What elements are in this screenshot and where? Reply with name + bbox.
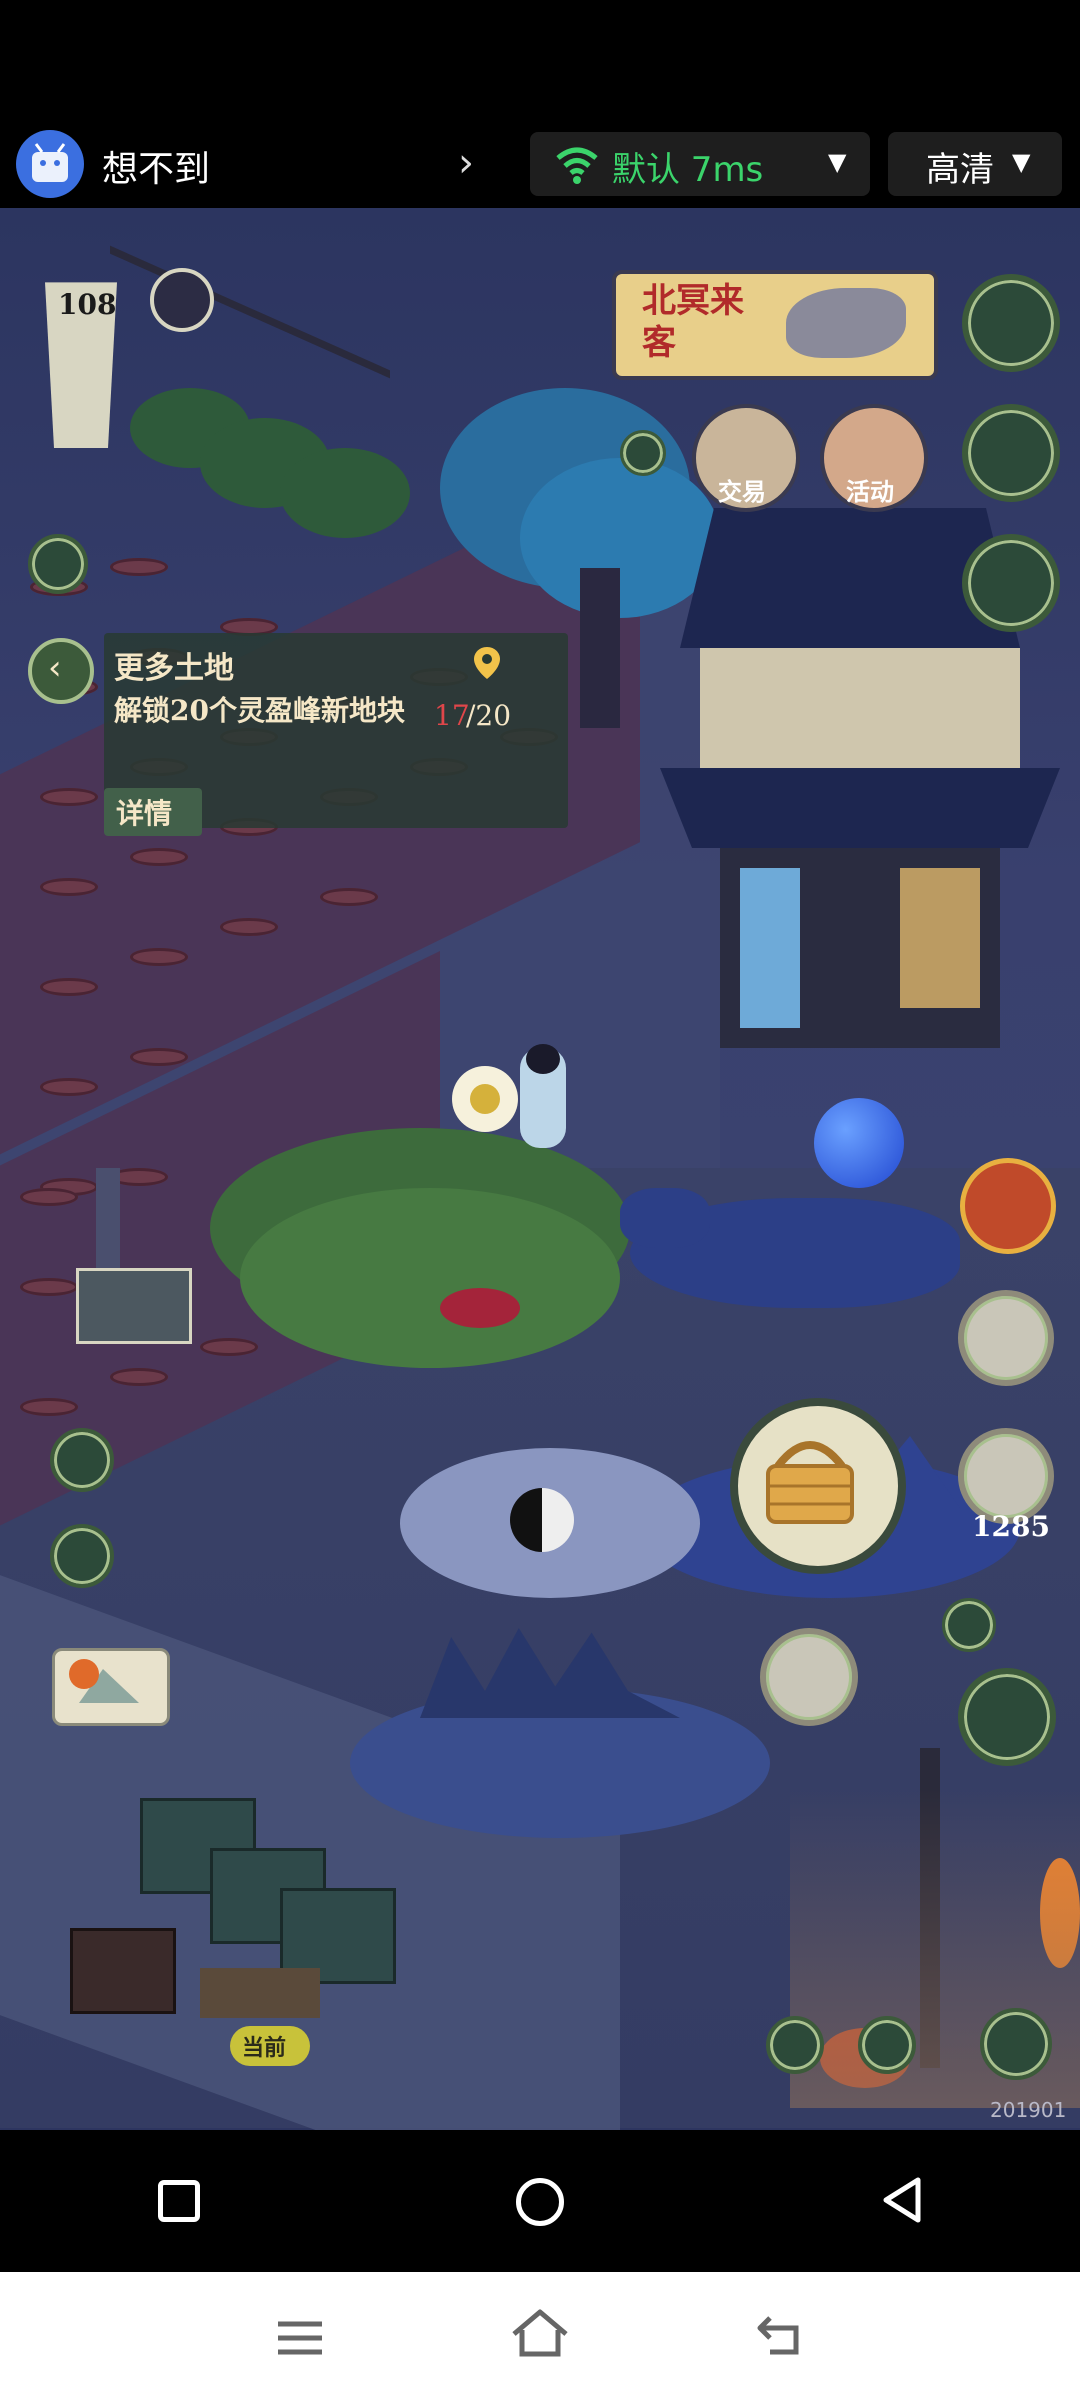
collapse-quest-button[interactable]: ‹ — [28, 638, 94, 704]
tree-icon — [69, 1659, 99, 1689]
caret-down-icon: ▼ — [1012, 148, 1031, 176]
currency-count: 1285 — [972, 1510, 1050, 1543]
bush — [280, 448, 410, 538]
blue-orb[interactable] — [814, 1098, 904, 1188]
wave-icon[interactable] — [962, 274, 1060, 372]
network-label: 默认 7ms — [612, 150, 764, 190]
trade-label: 交易 — [718, 477, 766, 506]
quest-description: 解锁20个灵盈峰新地块 — [114, 694, 405, 727]
tree — [520, 458, 720, 618]
expand-arrow-icon[interactable] — [620, 430, 666, 476]
whale-icon — [786, 288, 906, 358]
cloud-icon[interactable] — [760, 1628, 858, 1726]
app-header: 想不到 › 默认 7ms ▼ 高清 ▼ — [0, 0, 1080, 208]
chevron-right-icon[interactable]: › — [458, 140, 474, 186]
workbench — [200, 1968, 320, 2018]
quality-selector[interactable]: 高清 ▼ — [888, 132, 1062, 196]
scarecrow — [96, 1168, 120, 1278]
refresh-icon[interactable] — [942, 1598, 996, 1652]
scenery-card[interactable] — [52, 1648, 170, 1726]
square-icon[interactable] — [158, 2180, 200, 2222]
grape-icon — [470, 1084, 500, 1114]
smile-icon[interactable] — [766, 2016, 824, 2074]
home-icon[interactable] — [510, 2308, 570, 2362]
location-pin-icon[interactable] — [472, 645, 502, 681]
basket-icon — [766, 1441, 854, 1524]
red-berries — [440, 1288, 520, 1328]
current-marker: 当前 — [230, 2026, 310, 2066]
monkey-king-icon[interactable] — [960, 1158, 1056, 1254]
moon-icon[interactable] — [150, 268, 214, 332]
navigation-bar — [0, 2130, 1080, 2272]
quest-progress-total: /20 — [466, 699, 512, 732]
yin-yang-icon — [510, 1488, 574, 1552]
lit-window — [900, 868, 980, 1008]
chevron-left-icon: ‹ — [48, 648, 62, 688]
menu-icon[interactable] — [276, 2318, 324, 2362]
building-wall — [700, 648, 1020, 788]
leaf-icon[interactable] — [28, 534, 88, 594]
event-banner[interactable]: 北冥来客 — [612, 270, 938, 380]
chevron-up-icon[interactable] — [980, 2008, 1052, 2080]
crate-dark — [70, 1928, 176, 2014]
beast-icon[interactable] — [962, 534, 1060, 632]
game-viewport[interactable]: 108 北冥来客 交易 活动 ‹ 更多土地 解锁20个灵盈峰新地块 17 /20… — [0, 208, 1080, 2130]
person-icon[interactable] — [50, 1524, 114, 1588]
doorway — [740, 868, 800, 1028]
android-icon[interactable] — [16, 130, 84, 198]
current-marker-label: 当前 — [242, 2035, 287, 2061]
sword-icon[interactable] — [858, 2016, 916, 2074]
quest-progress-current: 17 — [434, 699, 470, 732]
quest-detail-label: 详情 — [116, 797, 173, 830]
tree-trunk — [580, 568, 620, 728]
wifi-icon — [554, 142, 600, 186]
diamond-icon[interactable] — [958, 1668, 1056, 1766]
basket-button[interactable] — [730, 1398, 906, 1574]
activity-label: 活动 — [846, 477, 894, 506]
activity-button[interactable]: 活动 — [820, 404, 928, 512]
trade-button[interactable]: 交易 — [692, 404, 800, 512]
compass-icon[interactable] — [958, 1290, 1054, 1386]
building-eave — [660, 768, 1060, 848]
watermark: 201901 — [990, 2098, 1067, 2122]
event-banner-label: 北冥来客 — [642, 281, 744, 363]
host-navigation-bar — [0, 2272, 1080, 2400]
return-icon[interactable] — [756, 2312, 806, 2362]
caret-down-icon: ▼ — [828, 148, 847, 176]
player-hair — [526, 1044, 560, 1074]
crop-field — [240, 1188, 620, 1368]
fullscreen-icon[interactable] — [50, 1428, 114, 1492]
quest-detail-button[interactable]: 详情 — [104, 788, 202, 836]
level-value: 108 — [58, 288, 117, 321]
storage-chest[interactable] — [76, 1268, 192, 1344]
raptor-head — [620, 1188, 710, 1248]
network-selector[interactable]: 默认 7ms ▼ — [530, 132, 870, 196]
gourd-icon[interactable] — [962, 404, 1060, 502]
quality-label: 高清 — [926, 150, 994, 190]
circle-icon[interactable] — [516, 2178, 564, 2226]
app-title: 想不到 — [102, 149, 211, 190]
back-triangle-icon[interactable] — [880, 2176, 924, 2228]
quest-title: 更多土地 — [114, 651, 234, 686]
